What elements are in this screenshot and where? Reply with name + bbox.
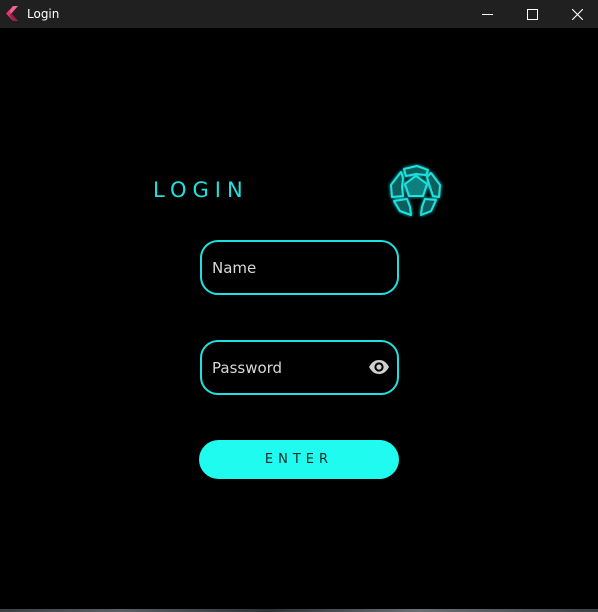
close-button[interactable] [554,0,598,28]
minimize-button[interactable] [464,0,510,28]
minimize-icon [481,9,493,20]
maximize-button[interactable] [509,0,555,28]
login-screen [0,28,598,609]
dodecahedron-logo-icon [387,163,445,219]
password-input[interactable] [212,342,362,393]
name-field [200,240,399,295]
login-heading: LOGIN [153,178,249,202]
eye-icon[interactable] [368,358,390,376]
password-field [200,340,399,395]
maximize-icon [526,8,538,20]
title-bar: Login [0,0,598,28]
window-title: Login [27,7,60,21]
name-input[interactable] [212,242,362,293]
flutter-icon [6,6,20,21]
login-window: Login LOGIN Name ENTER [0,0,598,612]
enter-button[interactable]: ENTER [199,440,399,479]
close-icon [571,8,583,20]
